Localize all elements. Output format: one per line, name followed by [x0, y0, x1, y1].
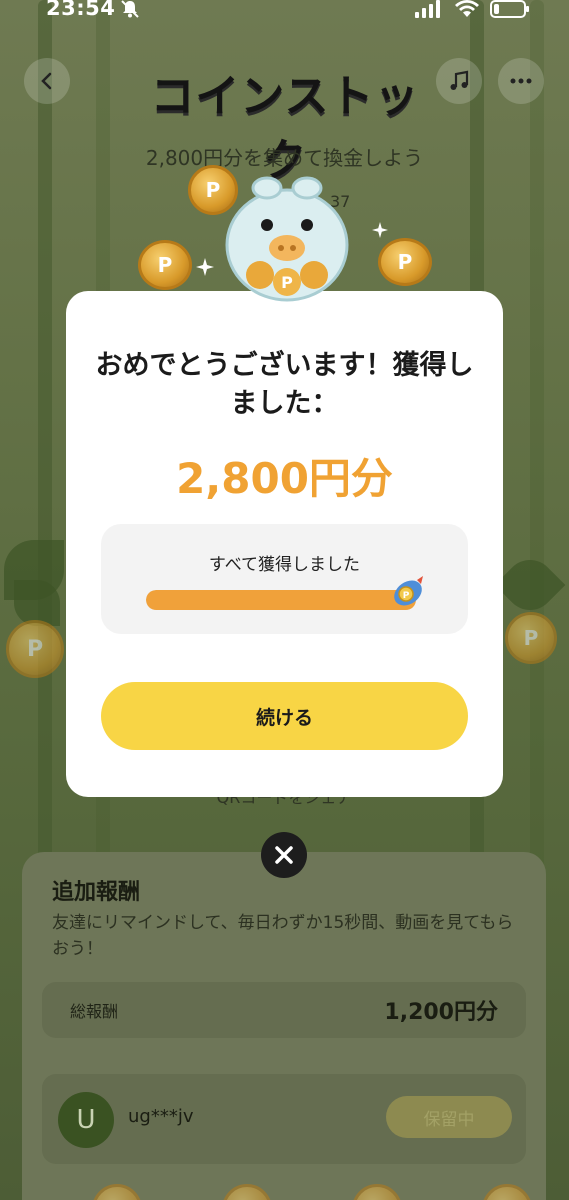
- music-note-icon: [450, 70, 469, 90]
- coin-icon: P: [6, 620, 64, 678]
- total-reward-value: 1,200円分: [384, 1000, 498, 1025]
- progress-track: [146, 590, 416, 610]
- battery-icon: [490, 0, 529, 18]
- continue-button[interactable]: 続ける: [101, 682, 468, 750]
- reward-card-description: 友達にリマインドして、毎日わずか15秒間、動画を見てもらおう！: [52, 913, 514, 959]
- reward-modal: おめでとうございます！獲得しました： 2,800円分 すべて獲得しました P 続…: [66, 291, 503, 797]
- coin-icon: P: [352, 1184, 402, 1200]
- coin-icon: P: [188, 165, 238, 215]
- coin-icon: P: [138, 240, 192, 290]
- svg-text:P: P: [281, 273, 293, 292]
- status-time: 23:54: [46, 0, 116, 20]
- rocket-icon: P: [391, 576, 423, 610]
- bamboo-decoration: [38, 0, 52, 900]
- back-button[interactable]: [24, 58, 70, 104]
- coin-icon: P: [222, 1184, 272, 1200]
- pending-button[interactable]: 保留中: [386, 1096, 512, 1138]
- close-icon: [275, 846, 293, 864]
- friend-name: ug***jv: [128, 1106, 194, 1127]
- sparkle-icon: [372, 222, 388, 238]
- coin-icon: P: [505, 612, 557, 664]
- coin-icon: P: [482, 1184, 532, 1200]
- total-reward-label: 総報酬: [70, 1002, 119, 1021]
- chevron-left-icon: [41, 72, 52, 90]
- reward-card-title: 追加報酬: [52, 880, 141, 905]
- music-button[interactable]: [436, 58, 482, 104]
- bell-muted-icon: [121, 0, 139, 18]
- total-reward-row: 総報酬 1,200円分: [42, 982, 526, 1038]
- more-dots-icon: [510, 78, 532, 84]
- modal-heading: おめでとうございます！獲得しました：: [95, 350, 474, 419]
- close-button[interactable]: [261, 832, 307, 878]
- leaf-decoration: [494, 549, 566, 621]
- progress-panel: すべて獲得しました P: [101, 524, 468, 634]
- progress-fill: [146, 590, 416, 610]
- bamboo-decoration: [530, 0, 544, 900]
- friend-row: U ug***jv 保留中: [42, 1074, 526, 1164]
- coin-icon: P: [92, 1184, 142, 1200]
- svg-text:P: P: [403, 591, 410, 601]
- wifi-icon: [455, 0, 479, 17]
- coin-icon: P: [378, 238, 432, 286]
- reward-amount: 2,800円分: [176, 454, 393, 503]
- status-bar: 23:54: [0, 0, 569, 22]
- reward-card: 追加報酬 友達にリマインドして、毎日わずか15秒間、動画を見てもらおう！ 総報酬…: [22, 852, 546, 1200]
- more-button[interactable]: [498, 58, 544, 104]
- avatar: U: [58, 1092, 114, 1148]
- sparkle-icon: [196, 258, 214, 276]
- signal-icon: [415, 0, 440, 18]
